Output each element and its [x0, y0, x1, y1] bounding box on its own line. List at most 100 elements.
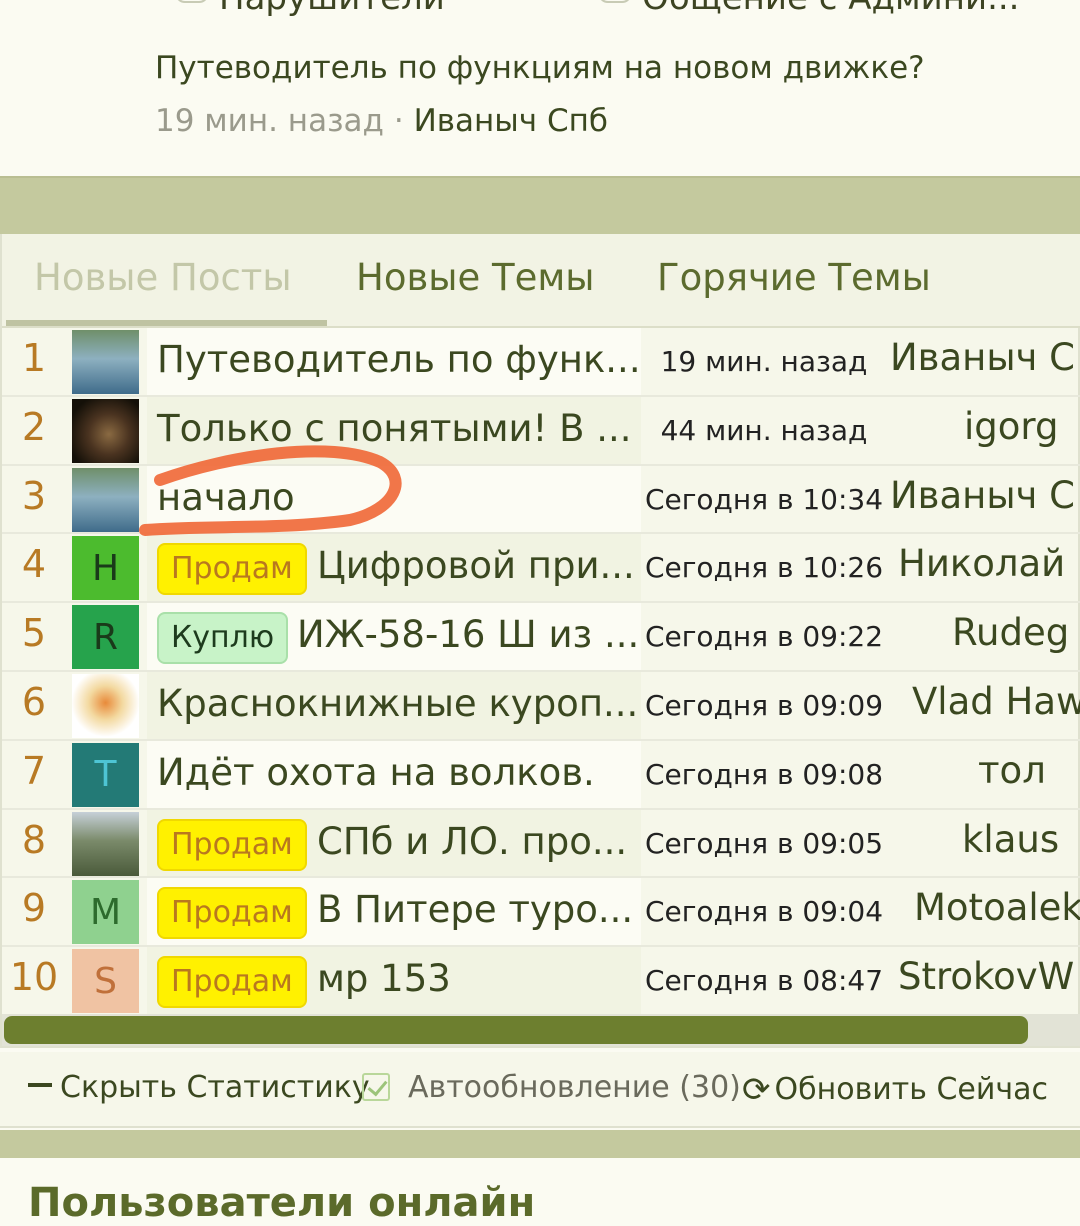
refresh-icon: ⟳ [742, 1070, 771, 1110]
user-avatar[interactable]: R [72, 605, 139, 670]
row-number: 1 [21, 336, 47, 380]
row-number: 10 [9, 955, 59, 1000]
table-row: 6 Краснокнижные куроп... Сегодня в 09:09… [2, 671, 1080, 741]
user-avatar[interactable] [72, 330, 139, 394]
tab-new-topics[interactable]: Новые Темы [356, 256, 595, 299]
chat-icon [598, 0, 632, 3]
thread-title-link[interactable]: В Питере туро... [317, 888, 633, 931]
title-cell: Краснокнижные куроп... [147, 671, 641, 739]
user-avatar[interactable] [72, 398, 139, 463]
title-cell: Продам СПб и ЛО. про... [147, 809, 641, 877]
table-row: 8 Продам СПб и ЛО. про... Сегодня в 09:0… [2, 809, 1080, 879]
user-avatar[interactable] [72, 673, 139, 738]
active-tab-indicator [6, 320, 327, 326]
tab-hot-topics[interactable]: Горячие Темы [657, 256, 931, 299]
thread-title-link[interactable]: Только с понятыми! В ... [157, 407, 632, 450]
post-time: 19 мин. назад [660, 345, 868, 378]
thread-title-link[interactable]: Идёт охота на волков. [157, 751, 595, 794]
refresh-now-button[interactable]: ⟳ Обновить Сейчас [742, 1070, 1048, 1110]
prefix-badge-sell[interactable]: Продам [157, 543, 307, 596]
checkbox-icon[interactable] [362, 1073, 390, 1101]
post-author-link[interactable]: Motoalek [914, 886, 1080, 929]
row-number: 4 [21, 542, 47, 587]
post-time: Сегодня в 10:34 [644, 482, 884, 516]
row-number: 5 [21, 611, 47, 656]
widget-controls: Скрыть Статистику Автообновление (30) ⟳ О… [0, 1052, 1080, 1128]
online-users-heading: Пользователи онлайн [28, 1180, 536, 1226]
post-time: Сегодня в 09:05 [644, 826, 884, 860]
last-post-meta: 19 мин. назад · Иваныч Спб [155, 103, 608, 139]
title-cell: Продам Цифровой при... [147, 534, 641, 602]
post-time: Сегодня в 09:04 [644, 895, 884, 929]
widget-tabs: Новые Посты Новые Темы Горячие Темы [2, 234, 1080, 328]
auto-update-toggle[interactable]: Автообновление (30) [362, 1070, 741, 1105]
title-cell: Идёт охота на волков. [147, 740, 641, 808]
prefix-badge-sell[interactable]: Продам [157, 956, 307, 1009]
thread-title-link[interactable]: Цифровой при... [317, 544, 635, 587]
post-author-link[interactable]: Vlad Haw [912, 680, 1080, 723]
user-avatar[interactable] [72, 467, 139, 532]
title-cell: Путеводитель по функ... [147, 328, 641, 395]
title-cell: начало [147, 465, 641, 533]
post-author-link[interactable]: Николай ( [898, 542, 1080, 585]
thread-title-link[interactable]: мр 153 [317, 957, 451, 1000]
posts-table: 1 Путеводитель по функ... 19 мин. назад … [2, 328, 1080, 1016]
post-author-link[interactable]: Иваныч С [890, 474, 1080, 517]
post-author-link[interactable]: тол [978, 749, 1080, 792]
thread-title-link[interactable]: СПб и ЛО. про... [317, 820, 627, 863]
post-author-link[interactable]: Иваныч С [890, 336, 1080, 379]
user-avatar[interactable]: M [72, 880, 139, 945]
title-cell: Куплю ИЖ-58-16 Ш из ... [147, 603, 641, 670]
table-row: 10 S Продам мр 153 Сегодня в 08:47 Strok… [2, 947, 1080, 1016]
category-link-violators[interactable]: Нарушители [175, 0, 445, 18]
row-number: 7 [21, 748, 47, 793]
thread-title-link[interactable]: начало [157, 476, 295, 519]
section-divider [0, 176, 1080, 234]
title-cell: Только с понятыми! В ... [147, 396, 641, 464]
table-row: 9 M Продам В Питере туро... Сегодня в 09… [2, 878, 1080, 948]
top-categories: Нарушители Общение с Админи... [0, 0, 1080, 18]
scrollbar-thumb[interactable] [4, 1016, 1028, 1044]
prefix-badge-sell[interactable]: Продам [157, 818, 307, 871]
post-author-link[interactable]: Rudeg [952, 611, 1080, 654]
table-row: 1 Путеводитель по функ... 19 мин. назад … [2, 328, 1080, 397]
row-number: 6 [21, 679, 47, 724]
post-author-link[interactable]: igorg [964, 405, 1080, 448]
post-time: 44 мин. назад [660, 413, 868, 447]
last-post-author[interactable]: Иваныч Спб [414, 103, 608, 139]
post-time: Сегодня в 08:47 [644, 964, 884, 998]
hide-stats-button[interactable]: Скрыть Статистику [28, 1070, 370, 1105]
title-cell: Продам мр 153 [147, 947, 641, 1014]
category-link-admin-chat[interactable]: Общение с Админи... [598, 0, 1020, 18]
new-posts-widget: Новые Посты Новые Темы Горячие Темы 1 Пу… [0, 234, 1080, 1048]
user-avatar[interactable] [72, 811, 139, 876]
table-row: 3 начало Сегодня в 10:34 Иваныч С [2, 465, 1080, 535]
user-avatar[interactable]: Н [72, 536, 139, 601]
post-author-link[interactable]: StrokovW [898, 955, 1080, 998]
section-divider [0, 1130, 1080, 1158]
table-row: 7 T Идёт охота на волков. Сегодня в 09:0… [2, 740, 1080, 810]
thread-title-link[interactable]: Путеводитель по функ... [157, 338, 641, 381]
table-row: 4 Н Продам Цифровой при... Сегодня в 10:… [2, 534, 1080, 604]
last-post-link[interactable]: Путеводитель по функциям на новом движке… [155, 50, 925, 86]
title-cell: Продам В Питере туро... [147, 878, 641, 946]
tab-new-posts[interactable]: Новые Посты [34, 256, 292, 299]
prefix-badge-sell[interactable]: Продам [157, 887, 307, 940]
last-post-time: 19 мин. назад [155, 103, 384, 139]
post-time: Сегодня в 10:26 [644, 551, 884, 585]
post-author-link[interactable]: klaus [962, 818, 1080, 861]
minus-icon [28, 1083, 52, 1087]
prefix-badge-buy[interactable]: Куплю [157, 612, 289, 665]
table-row: 2 Только с понятыми! В ... 44 мин. назад… [2, 396, 1080, 466]
thread-title-link[interactable]: ИЖ-58-16 Ш из ... [297, 613, 639, 656]
row-number: 2 [21, 404, 47, 449]
row-number: 8 [21, 817, 47, 862]
post-time: Сегодня в 09:22 [644, 620, 884, 654]
table-row: 5 R Куплю ИЖ-58-16 Ш из ... Сегодня в 09… [2, 603, 1080, 672]
row-number: 9 [21, 886, 47, 931]
post-time: Сегодня в 09:09 [644, 688, 884, 722]
thread-title-link[interactable]: Краснокнижные куроп... [157, 682, 638, 725]
user-avatar[interactable]: T [72, 742, 139, 807]
post-time: Сегодня в 09:08 [644, 757, 884, 791]
user-avatar[interactable]: S [72, 949, 139, 1014]
